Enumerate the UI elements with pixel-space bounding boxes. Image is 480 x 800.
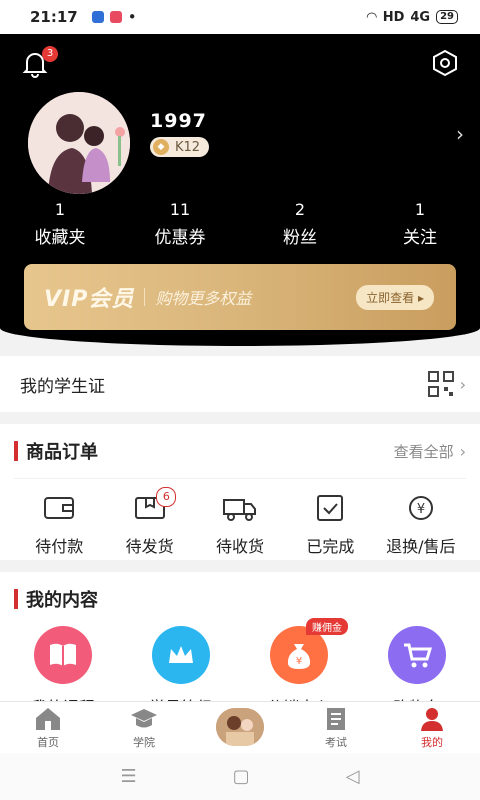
order-pending-payment[interactable]: 待付款 — [14, 479, 104, 557]
stat-value: 11 — [169, 200, 191, 219]
level-badge[interactable]: ◆ K12 — [150, 137, 210, 157]
stat-label: 粉丝 — [283, 228, 317, 248]
svg-text:¥: ¥ — [296, 656, 302, 667]
wallet-icon — [44, 497, 75, 519]
more-notifications-icon: • — [127, 8, 137, 26]
nav-academy[interactable]: 学院 — [96, 702, 192, 754]
stat-label: 关注 — [403, 228, 437, 248]
order-label: 待付款 — [35, 537, 84, 556]
wifi-icon: ◠ — [366, 9, 377, 25]
chevron-right-icon[interactable]: › — [456, 122, 464, 146]
back-icon[interactable]: ◁ — [346, 766, 360, 787]
stat-label: 收藏夹 — [34, 228, 86, 248]
refund-icon: ¥ — [408, 496, 433, 520]
view-all-orders-link[interactable]: 查看全部 — [394, 441, 454, 462]
earn-commission-tag: 赚佣金 — [306, 618, 348, 635]
nav-label: 学院 — [133, 736, 155, 749]
chevron-right-icon: › — [459, 441, 466, 461]
level-label: K12 — [175, 139, 201, 155]
home-square-icon[interactable]: ▢ — [233, 766, 250, 787]
svg-text:¥: ¥ — [417, 502, 425, 517]
stat-value: 2 — [294, 200, 306, 219]
avatar-illustration-icon — [28, 92, 130, 194]
cart-icon — [388, 626, 446, 684]
signal-icon: 4G — [410, 9, 431, 25]
orders-section: 商品订单 查看全部 › 待付款 6 待发货 待收货 已完成 ¥ 退换/售后 — [0, 424, 480, 560]
status-time: 21:17 — [30, 8, 78, 26]
menu-icon[interactable]: ☰ — [121, 766, 137, 787]
order-refund[interactable]: ¥ 退换/售后 — [376, 479, 466, 557]
section-accent-bar — [14, 441, 18, 461]
network-type: HD — [382, 9, 405, 25]
vip-view-button[interactable]: 立即查看 ▸ — [356, 284, 434, 310]
vip-divider — [144, 288, 146, 306]
crown-icon — [152, 626, 210, 684]
content-header: 我的内容 — [0, 572, 480, 626]
orders-header: 商品订单 查看全部 › — [0, 424, 480, 478]
avatar[interactable] — [28, 92, 130, 194]
stats-row: 1 收藏夹 11 优惠券 2 粉丝 1 关注 — [0, 200, 480, 248]
exam-icon — [327, 708, 345, 730]
vip-banner[interactable]: VIP会员 购物更多权益 立即查看 ▸ — [24, 264, 456, 330]
student-card-title: 我的学生证 — [20, 376, 105, 397]
book-icon — [34, 626, 92, 684]
section-accent-bar — [14, 589, 18, 609]
chevron-right-icon: › — [459, 374, 466, 394]
order-completed[interactable]: 已完成 — [285, 479, 375, 557]
stat-following[interactable]: 1 关注 — [360, 200, 480, 248]
username: 1997 — [150, 110, 207, 132]
level-coin-icon: ◆ — [153, 139, 169, 155]
student-card-row[interactable]: 我的学生证 › — [0, 356, 480, 412]
vip-title: VIP会员 — [44, 287, 135, 312]
order-pending-receipt[interactable]: 待收货 — [195, 479, 285, 557]
stat-value: 1 — [414, 200, 426, 219]
notification-badge: 3 — [42, 46, 58, 62]
nav-center-avatar[interactable] — [192, 702, 288, 754]
stat-value: 1 — [54, 200, 66, 219]
profile-icon — [421, 708, 443, 731]
order-label: 待收货 — [216, 537, 265, 556]
graduation-cap-icon — [131, 709, 157, 728]
orders-title: 商品订单 — [26, 442, 98, 463]
bottom-nav: 首页 学院 考试 我的 — [0, 701, 480, 754]
center-avatar-icon — [216, 708, 264, 746]
vip-description: 购物更多权益 — [155, 289, 252, 308]
stat-coupons[interactable]: 11 优惠券 — [120, 200, 240, 248]
stat-label: 优惠券 — [154, 228, 206, 248]
check-box-icon — [317, 495, 344, 521]
nav-label: 考试 — [325, 736, 347, 749]
status-bar: 21:17 • ◠ HD 4G 29 — [0, 0, 480, 34]
truck-icon — [223, 499, 257, 521]
qr-code-icon[interactable] — [427, 371, 454, 397]
stat-fans[interactable]: 2 粉丝 — [240, 200, 360, 248]
nav-home[interactable]: 首页 — [0, 702, 96, 754]
stat-favorites[interactable]: 1 收藏夹 — [0, 200, 120, 248]
order-pending-shipment[interactable]: 6 待发货 — [104, 479, 194, 557]
nav-label: 首页 — [37, 736, 59, 749]
battery-icon: 29 — [436, 10, 458, 24]
order-label: 已完成 — [306, 537, 355, 556]
order-count-badge: 6 — [156, 487, 177, 507]
order-label: 待发货 — [125, 537, 174, 556]
order-status-row: 待付款 6 待发货 待收货 已完成 ¥ 退换/售后 — [14, 478, 466, 557]
profile-header: 3 1997 ◆ K12 › 1 收藏夹 11 优惠券 2 粉丝 1 关注 VI… — [0, 34, 480, 346]
settings-icon[interactable] — [430, 48, 460, 78]
content-section: 我的内容 我的课程 学员等级 赚佣金 ¥ 分销中心 购物车 — [0, 572, 480, 717]
app-notification-icon — [91, 11, 104, 23]
system-nav-bar: ☰ ▢ ◁ — [0, 753, 480, 800]
nav-label: 我的 — [421, 736, 443, 749]
home-icon — [36, 708, 60, 730]
video-notification-icon — [109, 11, 122, 23]
content-title: 我的内容 — [26, 590, 98, 611]
nav-exam[interactable]: 考试 — [288, 702, 384, 754]
nav-profile[interactable]: 我的 — [384, 702, 480, 754]
order-label: 退换/售后 — [386, 537, 456, 556]
